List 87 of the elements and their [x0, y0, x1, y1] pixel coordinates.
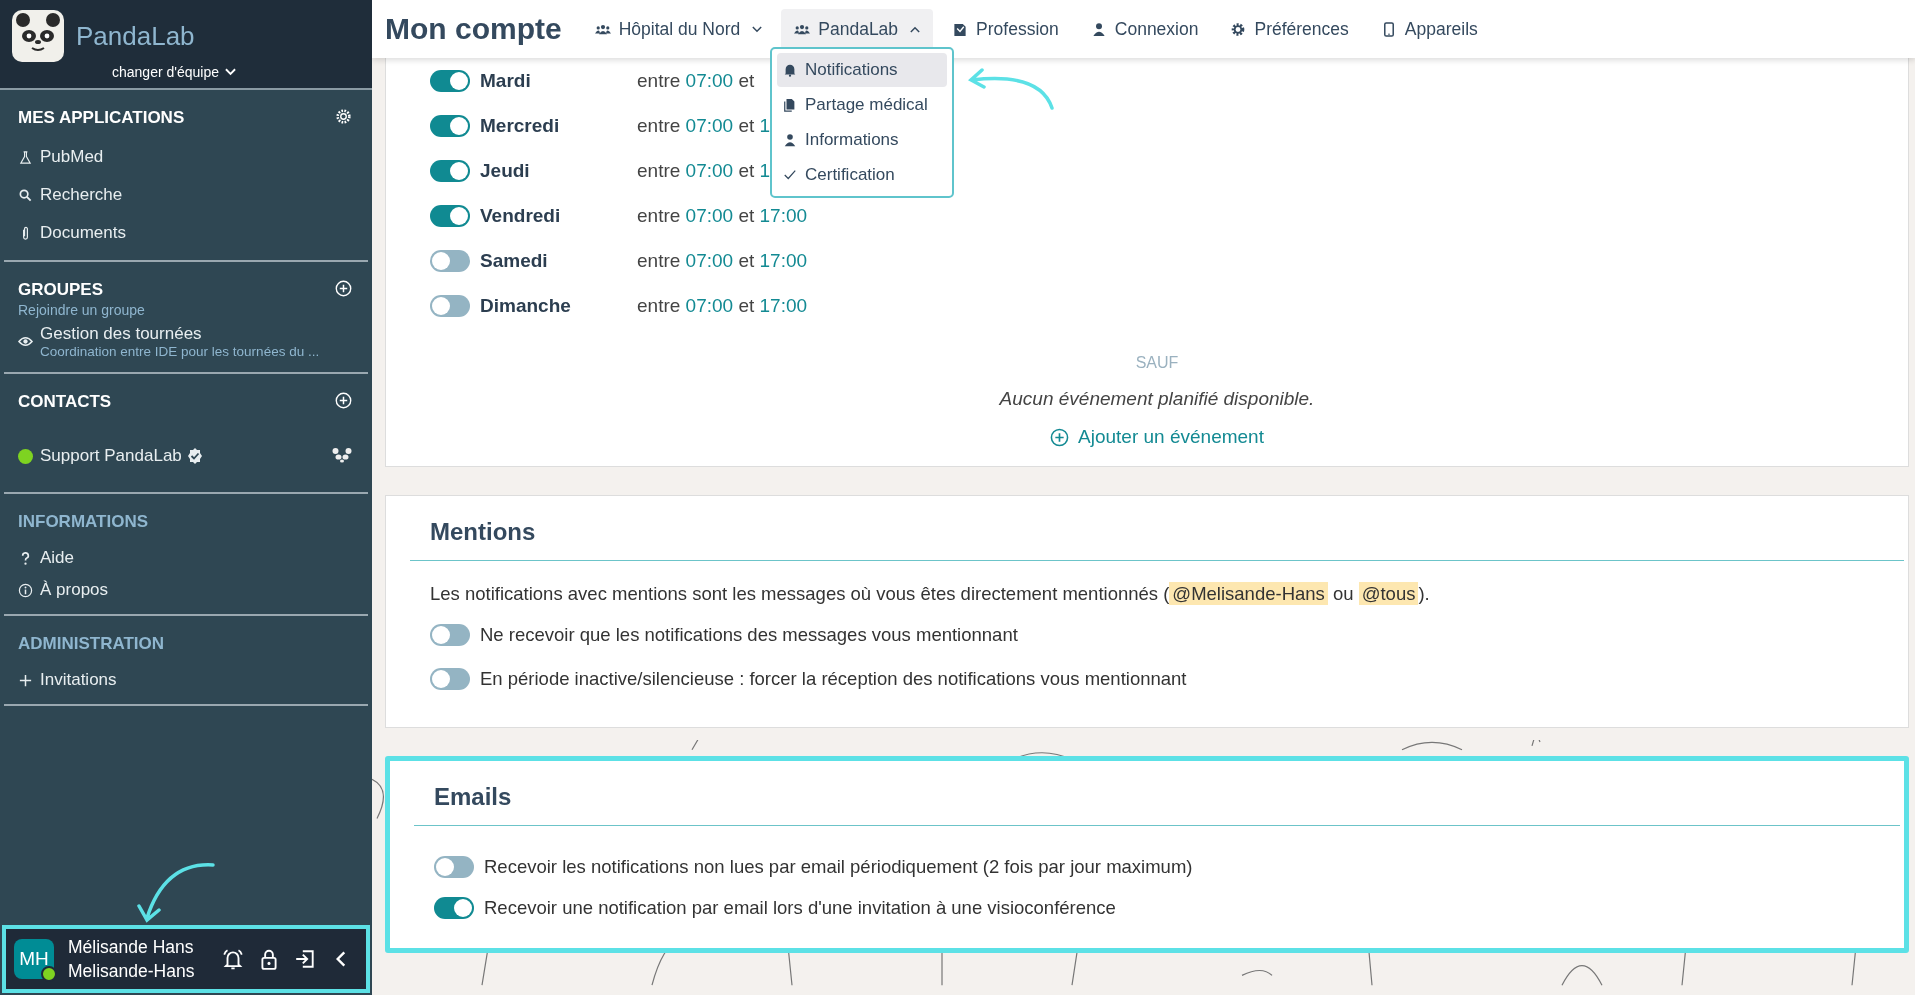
toggle-switch[interactable]	[430, 159, 470, 182]
time-range: entre 07:00 et 17:00	[637, 294, 808, 317]
add-icon[interactable]	[335, 280, 352, 297]
day-label: Mardi	[480, 69, 532, 92]
sidebar-item[interactable]: PubMed	[40, 147, 104, 167]
sidebar-item[interactable]: À propos	[40, 580, 109, 600]
toggle-switch[interactable]	[434, 896, 474, 919]
logout-icon[interactable]	[294, 948, 316, 970]
bell-icon	[783, 63, 797, 77]
sidebar-item[interactable]: Support PandaLab	[40, 446, 182, 466]
time-range: entre 07:00 et 17:00	[637, 249, 808, 272]
option-label: Recevoir une notification par email lors d'une invitation à une visioconférence	[484, 896, 1116, 919]
except-label: SAUF	[1135, 354, 1179, 372]
sidebar-item[interactable]: Aide	[40, 548, 75, 568]
section-title: INFORMATIONS	[18, 512, 148, 532]
mentions-description: Les notifications avec mentions sont les messages où vous êtes directement mentionnés ( @Melisande-Hans ou @tous ).	[430, 583, 1431, 605]
menu-item[interactable]: Informations	[777, 123, 947, 157]
section-title: Emails	[414, 783, 1900, 826]
section-title: Mentions	[410, 518, 1904, 561]
plus-icon	[18, 672, 33, 688]
join-group-link[interactable]: Rejoindre un groupe	[18, 302, 145, 318]
nav-tab[interactable]: PandaLab	[781, 8, 934, 50]
menu-item[interactable]: Certification	[777, 158, 947, 192]
time-range: entre 07:00 et 1	[637, 159, 771, 182]
day-label: Samedi	[480, 249, 549, 272]
time-range: entre 07:00 et 1	[637, 114, 771, 137]
flask-icon	[18, 149, 33, 165]
sidebar-item[interactable]: Documents	[40, 223, 126, 243]
settings-icon[interactable]	[335, 108, 352, 125]
toggle-switch[interactable]	[430, 668, 470, 690]
app-name: PandaLab	[76, 20, 195, 52]
toggle-switch[interactable]	[430, 114, 470, 137]
section-title: GROUPES	[18, 280, 105, 300]
menu-item[interactable]: Partage médical	[777, 88, 947, 122]
search-icon	[18, 187, 33, 203]
info-icon	[18, 582, 33, 598]
empty-message: Aucun événement planifié disponible.	[999, 388, 1315, 410]
section-title: MES APPLICATIONS	[18, 108, 185, 128]
add-icon[interactable]	[335, 392, 352, 409]
document-icon	[783, 98, 797, 112]
group-name[interactable]: Gestion des tournées	[40, 323, 320, 344]
add-event-button[interactable]: Ajouter un événement	[1050, 426, 1264, 448]
lock-icon[interactable]	[258, 948, 280, 970]
add-icon	[1050, 427, 1070, 447]
day-label: Dimanche	[480, 294, 572, 317]
section-title: ADMINISTRATION	[18, 634, 165, 654]
check-icon	[783, 168, 797, 182]
chevron-up-icon	[910, 25, 921, 33]
time-range: entre 07:00 et 17:00	[637, 204, 808, 227]
day-label: Vendredi	[480, 204, 562, 227]
toggle-switch[interactable]	[430, 204, 470, 227]
settings-icon	[1230, 21, 1247, 37]
option-label: Ne recevoir que les notifications des messages vous mentionnant	[480, 624, 1018, 646]
toggle-switch[interactable]	[430, 294, 470, 317]
panda-logo	[12, 10, 64, 62]
badge-icon	[952, 21, 969, 37]
group-description: Coordination entre IDE pour les tournées du ...	[40, 343, 320, 359]
team-switch-button[interactable]: changer d'équipe	[112, 64, 236, 80]
nav-tab[interactable]: Profession	[939, 8, 1072, 50]
user-avatar[interactable]: MH	[14, 939, 54, 979]
sidebar-item[interactable]: Recherche	[40, 185, 123, 205]
menu-item[interactable]: Notifications	[777, 53, 947, 87]
toggle-switch[interactable]	[434, 855, 474, 878]
panda-icon	[332, 448, 352, 464]
bell-icon[interactable]	[222, 948, 244, 970]
toggle-switch[interactable]	[430, 249, 470, 272]
mention-tag[interactable]: @tous	[1358, 582, 1419, 605]
nav-tab[interactable]: Connexion	[1077, 8, 1212, 50]
sidebar-item[interactable]: Invitations	[40, 670, 117, 690]
mention-tag[interactable]: @Melisande-Hans	[1169, 582, 1328, 605]
option-label: Recevoir les notifications non lues par email périodiquement (2 fois par jour maximum)	[484, 855, 1193, 878]
nav-tab[interactable]: Appareils	[1367, 8, 1491, 50]
toggle-switch[interactable]	[430, 624, 470, 646]
toggle-switch[interactable]	[430, 69, 470, 92]
user-handle: Melisande-Hans	[68, 960, 196, 983]
person-icon	[783, 133, 797, 147]
chevron-down-icon	[225, 68, 236, 76]
chevron-down-icon	[752, 25, 763, 33]
nav-tab[interactable]: Hôpital du Nord	[581, 8, 776, 50]
nav-tab[interactable]: Préférences	[1217, 8, 1362, 50]
user-name: Mélisande Hans	[68, 936, 195, 959]
section-title: CONTACTS	[18, 392, 112, 412]
day-label: Mercredi	[480, 114, 561, 137]
option-label: En période inactive/silencieuse : forcer la réception des notifications vous mentionnant	[480, 668, 1187, 690]
day-label: Jeudi	[480, 159, 531, 182]
page-title: Mon compte	[385, 12, 562, 46]
time-range: entre 07:00 et	[637, 69, 755, 92]
